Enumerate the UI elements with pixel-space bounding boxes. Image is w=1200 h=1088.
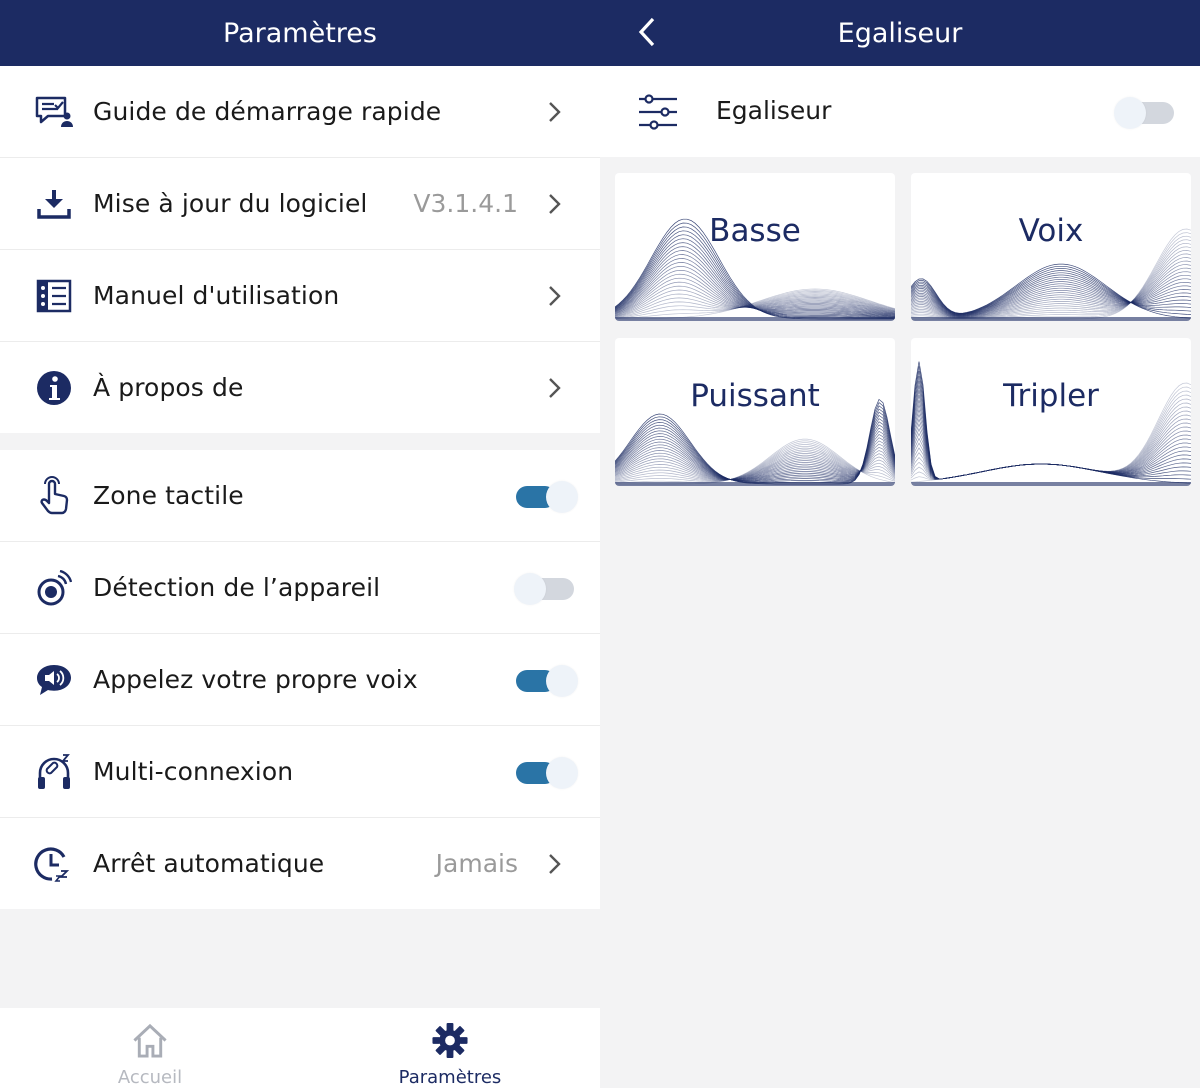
nav-home[interactable]: Accueil: [0, 1008, 300, 1088]
page-title: Paramètres: [223, 17, 377, 49]
chat-guide-icon: [34, 92, 74, 132]
setting-label: Zone tactile: [93, 481, 244, 510]
preset-title: Puissant: [690, 378, 820, 414]
setting-multi-connection: Multi-connexion: [0, 726, 600, 817]
setting-label: Multi-connexion: [93, 757, 294, 786]
touch-zone-toggle[interactable]: [516, 480, 578, 513]
equalizer-panel: Egaliseur Egaliseur Basse Voix Puissant …: [600, 0, 1200, 1088]
preset-title: Basse: [709, 213, 801, 249]
own-voice-toggle[interactable]: [516, 664, 578, 697]
menu-item-user-manual[interactable]: Manuel d'utilisation: [0, 250, 600, 341]
chevron-right-icon: [549, 101, 561, 122]
menu-item-about[interactable]: À propos de: [0, 342, 600, 433]
menu-item-label: À propos de: [93, 373, 244, 402]
chevron-right-icon: [549, 853, 561, 874]
equalizer-setting-row: Egaliseur: [600, 66, 1200, 157]
auto-off-icon: [34, 844, 74, 884]
equalizer-toggle[interactable]: [1114, 96, 1174, 129]
setting-label: Détection de l’appareil: [93, 573, 381, 602]
wave-baseline: [911, 317, 1191, 321]
sliders-icon: [639, 94, 677, 130]
wave-baseline: [911, 482, 1191, 486]
manual-icon: [34, 276, 74, 316]
equalizer-header: Egaliseur: [600, 0, 1200, 66]
setting-device-detection: Détection de l’appareil: [0, 542, 600, 633]
preset-card-treble[interactable]: Tripler: [911, 338, 1191, 486]
speaker-voice-icon: [34, 660, 74, 700]
preset-title: Tripler: [1003, 378, 1099, 414]
multi-connection-toggle[interactable]: [516, 756, 578, 789]
menu-item-label: Manuel d'utilisation: [93, 281, 340, 310]
settings-panel: Paramètres Guide de démarrage rapide Mis…: [0, 0, 600, 1088]
device-detection-toggle[interactable]: [514, 572, 574, 605]
headphones-link-icon: [34, 752, 74, 792]
nav-label: Paramètres: [398, 1067, 502, 1088]
setting-own-voice: Appelez votre propre voix: [0, 634, 600, 725]
menu-item-label: Guide de démarrage rapide: [93, 97, 442, 126]
wave-baseline: [615, 317, 895, 321]
preset-title: Voix: [1018, 213, 1084, 249]
menu-item-software-update[interactable]: Mise à jour du logiciel V3.1.4.1: [0, 158, 600, 249]
menu-item-quick-start[interactable]: Guide de démarrage rapide: [0, 66, 600, 157]
info-icon: [34, 368, 74, 408]
wave-baseline: [615, 482, 895, 486]
download-icon: [34, 184, 74, 224]
preset-card-powerful[interactable]: Puissant: [615, 338, 895, 486]
back-arrow-icon[interactable]: [632, 14, 662, 50]
software-version: V3.1.4.1: [413, 189, 518, 218]
preset-card-bass[interactable]: Basse: [615, 173, 895, 321]
setting-touch-zone: Zone tactile: [0, 450, 600, 541]
chevron-right-icon: [549, 377, 561, 398]
detection-icon: [34, 568, 74, 608]
nav-label: Accueil: [117, 1067, 183, 1088]
wave-line: [911, 264, 1191, 318]
menu-item-label: Mise à jour du logiciel: [93, 189, 368, 218]
setting-auto-off[interactable]: Arrêt automatique Jamais: [0, 818, 600, 909]
auto-off-value: Jamais: [435, 849, 518, 878]
page-title: Egaliseur: [837, 17, 963, 49]
bottom-navigation: Accueil Paramètres: [0, 1008, 600, 1088]
gear-icon: [432, 1022, 468, 1059]
equalizer-label: Egaliseur: [716, 96, 832, 125]
setting-label: Appelez votre propre voix: [93, 665, 418, 694]
nav-settings[interactable]: Paramètres: [300, 1008, 600, 1088]
home-icon: [133, 1023, 167, 1058]
chevron-right-icon: [549, 285, 561, 306]
settings-header: Paramètres: [0, 0, 600, 66]
preset-card-voice[interactable]: Voix: [911, 173, 1191, 321]
setting-label: Arrêt automatique: [93, 849, 325, 878]
touch-icon: [34, 475, 74, 516]
chevron-right-icon: [549, 193, 561, 214]
